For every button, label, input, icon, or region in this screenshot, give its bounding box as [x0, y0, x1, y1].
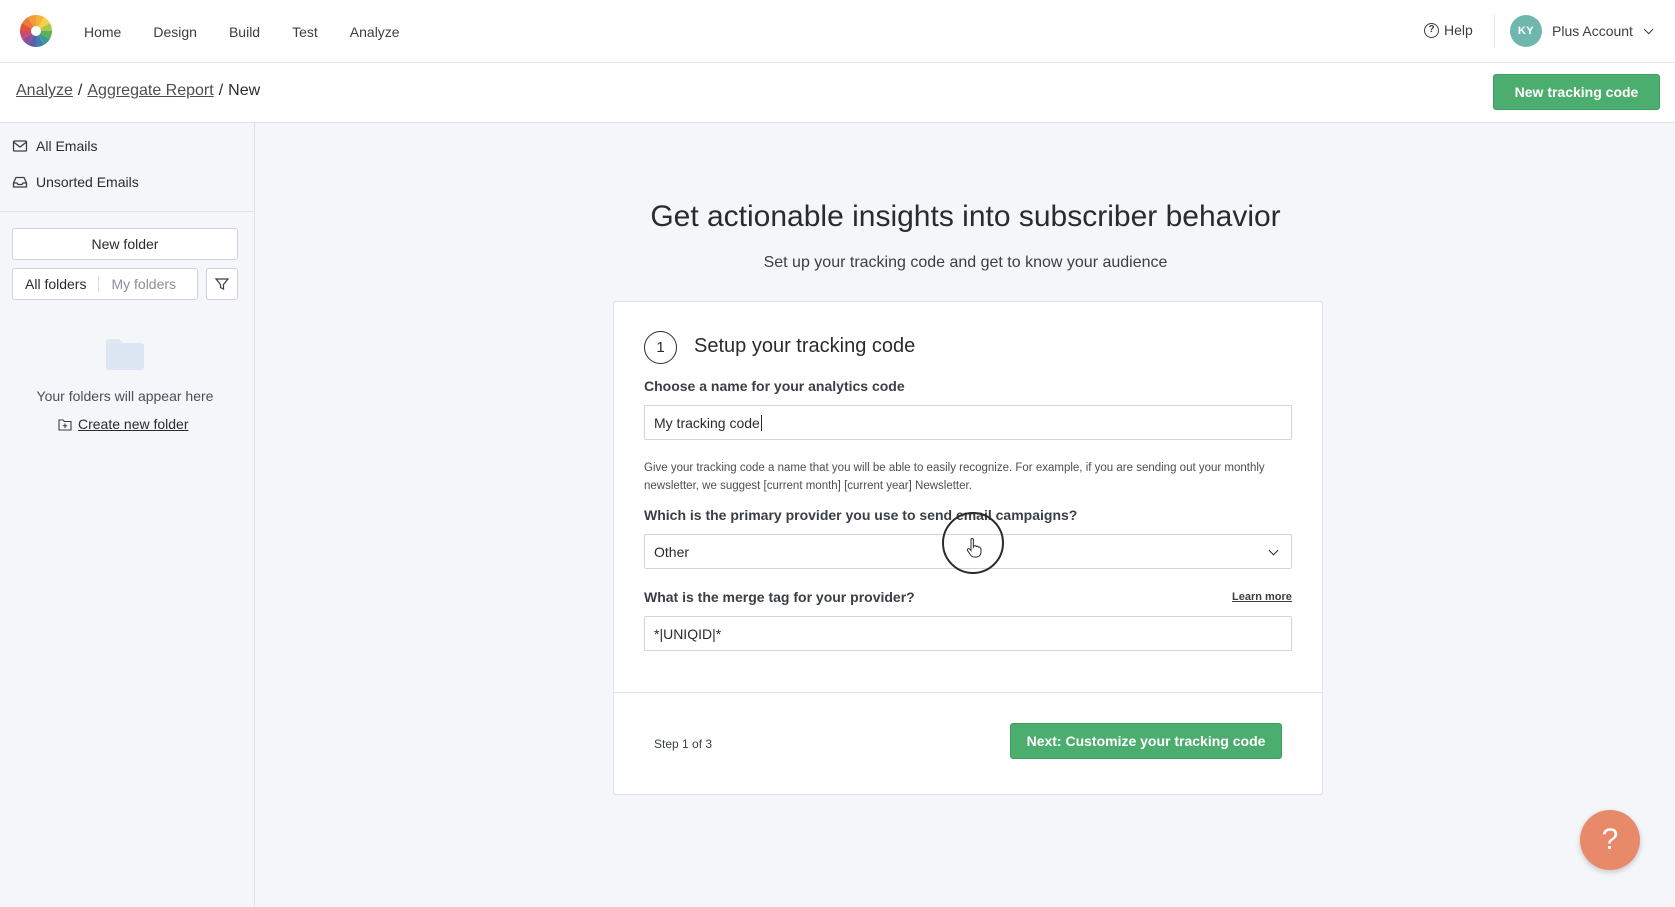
folder-filter-toggle: All folders My folders: [12, 268, 198, 300]
learn-more-link[interactable]: Learn more: [1232, 591, 1292, 603]
tracking-name-input[interactable]: My tracking code: [644, 405, 1292, 440]
breadcrumb: Analyze / Aggregate Report / New: [16, 82, 260, 100]
help-label: Help: [1444, 22, 1473, 38]
new-tracking-code-button[interactable]: New tracking code: [1493, 74, 1660, 110]
avatar: KY: [1510, 15, 1542, 47]
breadcrumb-analyze[interactable]: Analyze: [16, 82, 73, 99]
nav-home[interactable]: Home: [84, 24, 121, 40]
sidebar-divider: [0, 211, 255, 212]
provider-selected-value: Other: [654, 543, 690, 560]
tracking-name-value: My tracking code: [654, 414, 760, 431]
tab-my-folders[interactable]: My folders: [98, 276, 188, 292]
page-header: Analyze / Aggregate Report / New New trackin…: [0, 63, 1675, 123]
tab-all-folders[interactable]: All folders: [13, 276, 98, 292]
page-subtitle: Set up your tracking code and get to kno…: [763, 254, 1168, 271]
nav-test[interactable]: Test: [292, 24, 318, 40]
top-navigation: Home Design Build Test Analyze ? Help KY…: [0, 0, 1675, 63]
next-step-button[interactable]: Next: Customize your tracking code: [1010, 723, 1282, 759]
main-nav: Home Design Build Test Analyze: [84, 0, 432, 63]
provider-select[interactable]: Other: [644, 534, 1292, 569]
name-field-label: Choose a name for your analytics code: [644, 378, 905, 394]
card-title: Setup your tracking code: [694, 335, 916, 357]
nav-divider: [1494, 14, 1495, 48]
step-progress-text: Step 1 of 3: [654, 737, 713, 751]
account-label: Plus Account: [1552, 23, 1633, 39]
filter-icon: [215, 278, 229, 290]
sidebar-item-all-emails[interactable]: All Emails: [12, 138, 97, 154]
card-divider: [614, 692, 1322, 693]
sidebar-item-label: Unsorted Emails: [36, 174, 139, 190]
nav-analyze[interactable]: Analyze: [350, 24, 400, 40]
breadcrumb-separator: /: [77, 82, 83, 99]
nav-design[interactable]: Design: [153, 24, 197, 40]
create-new-folder-label: Create new folder: [78, 416, 189, 432]
breadcrumb-aggregate-report[interactable]: Aggregate Report: [87, 82, 213, 99]
envelope-icon: [12, 140, 28, 152]
nav-build[interactable]: Build: [229, 24, 260, 40]
folder-icon: [106, 339, 144, 370]
page-title: Get actionable insights into subscriber …: [650, 200, 1281, 233]
filter-button[interactable]: [206, 268, 238, 300]
chevron-down-icon: [1268, 545, 1279, 556]
merge-tag-value: *|UNIQID|*: [654, 625, 722, 642]
folders-empty-state: Your folders will appear here: [36, 388, 214, 404]
help-fab-button[interactable]: ?: [1580, 810, 1640, 870]
folder-plus-icon: [58, 418, 72, 431]
provider-field-label: Which is the primary provider you use to…: [644, 507, 1078, 523]
sidebar-item-unsorted-emails[interactable]: Unsorted Emails: [12, 174, 139, 190]
chevron-down-icon: [1643, 23, 1654, 34]
new-folder-button[interactable]: New folder: [12, 228, 238, 260]
inbox-icon: [12, 176, 28, 188]
name-help-text: Give your tracking code a name that you …: [644, 462, 1265, 492]
create-new-folder-link[interactable]: Create new folder: [58, 416, 189, 432]
logo-icon[interactable]: [19, 14, 53, 48]
merge-tag-input[interactable]: *|UNIQID|*: [644, 616, 1292, 651]
step-number-badge: 1: [644, 331, 677, 364]
merge-tag-field-label: What is the merge tag for your provider?: [644, 589, 915, 605]
help-link[interactable]: ? Help: [1424, 22, 1473, 38]
breadcrumb-separator: /: [218, 82, 224, 99]
text-caret: [760, 414, 762, 431]
breadcrumb-current: New: [228, 82, 261, 99]
account-menu[interactable]: KY Plus Account: [1510, 15, 1654, 47]
sidebar: All Emails Unsorted Emails New folder Al…: [0, 123, 255, 907]
setup-card: 1 Setup your tracking code Choose a name…: [613, 301, 1323, 795]
question-circle-icon: ?: [1424, 22, 1439, 38]
sidebar-item-label: All Emails: [36, 138, 98, 154]
